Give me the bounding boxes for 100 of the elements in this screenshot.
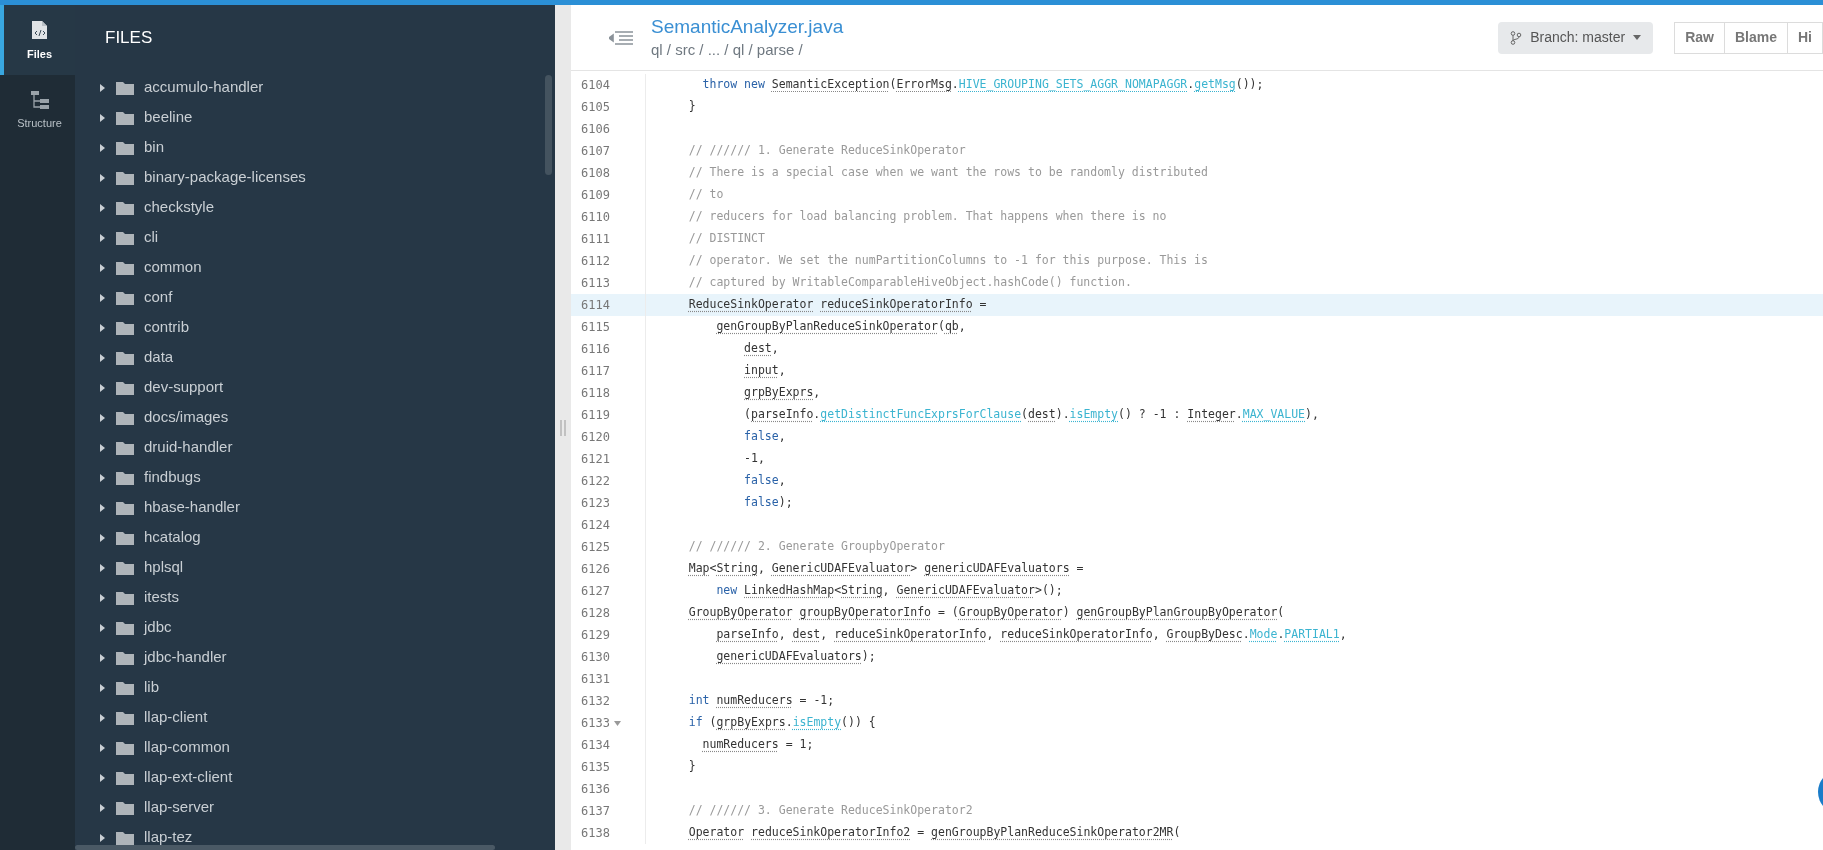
rail-tab[interactable]: Structure (0, 75, 75, 145)
line-number: 6123 (581, 495, 610, 512)
folder-item[interactable]: findbugs (95, 462, 555, 493)
folder-item[interactable]: beeline (95, 102, 555, 133)
code-line: ReduceSinkOperator reduceSinkOperatorInfo = (687, 296, 987, 314)
folder-item[interactable]: jdbc-handler (95, 642, 555, 673)
code-line: throw new SemanticException(ErrorMsg.HIVE_GROUPING_SETS_AGGR_NOMAPAGGR.getMsg()); (701, 76, 1264, 94)
line-number: 6116 (581, 341, 610, 358)
code-line: false); (743, 494, 793, 512)
folder-item[interactable]: checkstyle (95, 192, 555, 223)
line-number: 6115 (581, 319, 610, 336)
folder-icon (116, 290, 134, 305)
file-action-button[interactable]: Raw (1674, 21, 1725, 54)
code-line: GroupByOperator groupByOperatorInfo = (GroupByOperator) genGroupByPlanGroupByOperator( (687, 604, 1285, 622)
folder-icon (116, 200, 134, 215)
folder-item[interactable]: lib (95, 672, 555, 703)
folder-item[interactable]: contrib (95, 312, 555, 343)
branch-dropdown[interactable]: Branch: master (1498, 21, 1654, 54)
folder-item[interactable]: llap-server (95, 792, 555, 823)
code-line: // There is a special case when we want the rows to be randomly distributed (687, 164, 1208, 182)
line-number: 6121 (581, 451, 610, 468)
line-number: 6117 (581, 363, 610, 380)
folder-item[interactable]: data (95, 342, 555, 373)
code-line: false, (743, 472, 786, 490)
folder-item[interactable]: cli (95, 222, 555, 253)
folder-item[interactable]: hcatalog (95, 522, 555, 553)
code-line: } (687, 98, 696, 116)
folder-item[interactable]: binary-package-licenses (95, 162, 555, 193)
scrollbar[interactable] (75, 845, 495, 850)
menu-icon[interactable] (609, 29, 633, 46)
folder-item[interactable]: llap-client (95, 702, 555, 733)
line-number: 6133 (581, 715, 610, 732)
line-number: 6110 (581, 209, 610, 226)
code-line: // ////// 2. Generate GroupbyOperator (687, 538, 945, 556)
code-line: if (grpByExprs.isEmpty()) { (687, 714, 876, 732)
folder-icon (116, 740, 134, 755)
folder-item[interactable]: itests (95, 582, 555, 613)
folder-item[interactable]: druid-handler (95, 432, 555, 463)
folder-item[interactable]: bin (95, 132, 555, 163)
code-line: numReducers = 1; (701, 736, 814, 754)
line-number: 6122 (581, 473, 610, 490)
code-line: grpByExprs, (743, 384, 821, 402)
code-line: int numReducers = -1; (687, 692, 835, 710)
line-number: 6108 (581, 165, 610, 182)
file-action-button[interactable]: Blame (1723, 21, 1788, 54)
folder-item[interactable]: common (95, 252, 555, 283)
splitter[interactable] (555, 5, 571, 850)
line-number: 6119 (581, 407, 610, 424)
tree-icon (28, 88, 51, 111)
code-line: // to (687, 186, 724, 204)
folder-icon (116, 590, 134, 605)
folder-item[interactable]: hplsql (95, 552, 555, 583)
folder-icon (116, 470, 134, 485)
line-number: 6109 (581, 187, 610, 204)
folder-icon (116, 170, 134, 185)
folder-item[interactable]: hbase-handler (95, 492, 555, 523)
line-number: 6113 (581, 275, 610, 292)
file-action-button[interactable]: Hi (1787, 21, 1823, 54)
folder-icon (116, 230, 134, 245)
folder-item[interactable]: accumulo-handler (95, 72, 555, 103)
folder-icon (116, 500, 134, 515)
folder-item[interactable]: llap-common (95, 732, 555, 763)
branch-icon (1510, 30, 1523, 45)
line-number: 6114 (581, 297, 610, 314)
code-line: // reducers for load balancing problem. That happens when there is no (687, 208, 1167, 226)
line-number: 6105 (581, 99, 610, 116)
fold-icon[interactable] (613, 720, 621, 726)
folder-item[interactable]: docs/images (95, 402, 555, 433)
code-line: parseInfo, dest, reduceSinkOperatorInfo, reduceSinkOperatorInfo, GroupByDesc.Mode.PARTIAL1, (715, 626, 1347, 644)
line-number: 6131 (581, 671, 610, 688)
folder-item[interactable]: dev-support (95, 372, 555, 403)
line-number: 6132 (581, 693, 610, 710)
folder-icon (116, 680, 134, 695)
line-number: 6107 (581, 143, 610, 160)
file-title[interactable]: SemanticAnalyzer.java (651, 14, 844, 39)
code-line: false, (743, 428, 786, 446)
folder-item[interactable]: conf (95, 282, 555, 313)
code-line: genericUDAFEvaluators); (715, 648, 876, 666)
line-number: 6134 (581, 737, 610, 754)
line-number: 6126 (581, 561, 610, 578)
folder-item[interactable]: llap-ext-client (95, 762, 555, 793)
scrollbar[interactable] (545, 75, 552, 175)
folder-icon (116, 440, 134, 455)
code-line: // ////// 1. Generate ReduceSinkOperator (687, 142, 966, 160)
folder-icon (116, 620, 134, 635)
line-number: 6138 (581, 825, 610, 842)
line-number: 6111 (581, 231, 610, 248)
caret-icon (1633, 35, 1642, 40)
code-line: genGroupByPlanReduceSinkOperator(qb, (715, 318, 966, 336)
line-number: 6128 (581, 605, 610, 622)
folder-item[interactable]: jdbc (95, 612, 555, 643)
folder-icon (116, 560, 134, 575)
folder-icon (116, 530, 134, 545)
line-number: 6136 (581, 781, 610, 798)
code-line: // DISTINCT (687, 230, 765, 248)
line-number: 6127 (581, 583, 610, 600)
rail-tab[interactable]: Files (0, 5, 75, 75)
folder-item[interactable]: llap-tez (95, 822, 555, 850)
code-line: Operator reduceSinkOperatorInfo2 = genGroupByPlanReduceSinkOperator2MR( (687, 824, 1181, 842)
line-number: 6135 (581, 759, 610, 776)
